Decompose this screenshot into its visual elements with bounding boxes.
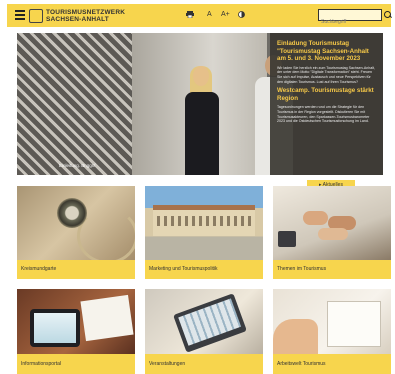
tile-image-hands (273, 186, 391, 260)
tile-image-palace (145, 186, 263, 260)
hero-wall-pattern (17, 33, 132, 175)
tile-veranstaltungen[interactable]: Veranstaltungen (145, 289, 263, 374)
tile-image-tablet (17, 289, 135, 354)
font-size-small-button[interactable]: A (207, 11, 212, 18)
hero-heading-2[interactable]: Westcamp. Tourismustage stärkt Region (277, 87, 377, 102)
hero-heading-1[interactable]: Einladung Tourismustag "Tourismustag Sac… (277, 40, 377, 63)
site-header: TOURISMUSNETZWERK SACHSEN-ANHALT A A+ (7, 4, 391, 27)
tile-marketing[interactable]: Marketing und Tourismuspolitik (145, 186, 263, 279)
search-icon[interactable] (384, 11, 391, 18)
tile-label: Kreismundgarte (17, 260, 135, 279)
tile-label: Veranstaltungen (145, 354, 263, 374)
hero-text-2: Tagesordnungen werden rund um die Strate… (277, 105, 370, 124)
tile-label: Informationsportal (17, 354, 135, 374)
tile-kreismundgarte[interactable]: Kreismundgarte (17, 186, 135, 279)
logo-mark-icon (29, 9, 43, 23)
search-box (318, 9, 382, 27)
tile-themen[interactable]: Themen im Tourismus (273, 186, 391, 279)
logo-line2: SACHSEN-ANHALT (46, 16, 109, 23)
hero-image-caption: Einleitung. Bnggnf (59, 163, 96, 168)
tile-label: Themen im Tourismus (273, 260, 391, 279)
hero-banner[interactable]: Einleitung. Bnggnf Einladung Tourismusta… (17, 33, 383, 175)
tile-arbeitswelt[interactable]: Arbeitswelt Tourismus (273, 289, 391, 374)
tile-image-laptop (145, 289, 263, 354)
search-input[interactable] (319, 17, 371, 27)
tile-label: Marketing und Tourismuspolitik (145, 260, 263, 279)
printer-icon[interactable] (186, 11, 194, 20)
tile-image-compass (17, 186, 135, 264)
hero-person-woman (185, 66, 219, 175)
tile-image-notebook (273, 289, 391, 354)
logo-line1: TOURISMUSNETZWERK (46, 9, 126, 16)
hero-news-panel: Einladung Tourismustag "Tourismustag Sac… (270, 33, 383, 175)
tile-informationsportal[interactable]: Informationsportal (17, 289, 135, 374)
font-size-large-button[interactable]: A+ (221, 11, 230, 18)
hero-text-1: Wir laden Sie herzlich ein zum Tourismus… (277, 65, 376, 84)
hamburger-menu-icon[interactable] (15, 10, 25, 20)
tile-label: Arbeitswelt Tourismus (273, 354, 391, 374)
contrast-icon[interactable] (238, 11, 245, 20)
